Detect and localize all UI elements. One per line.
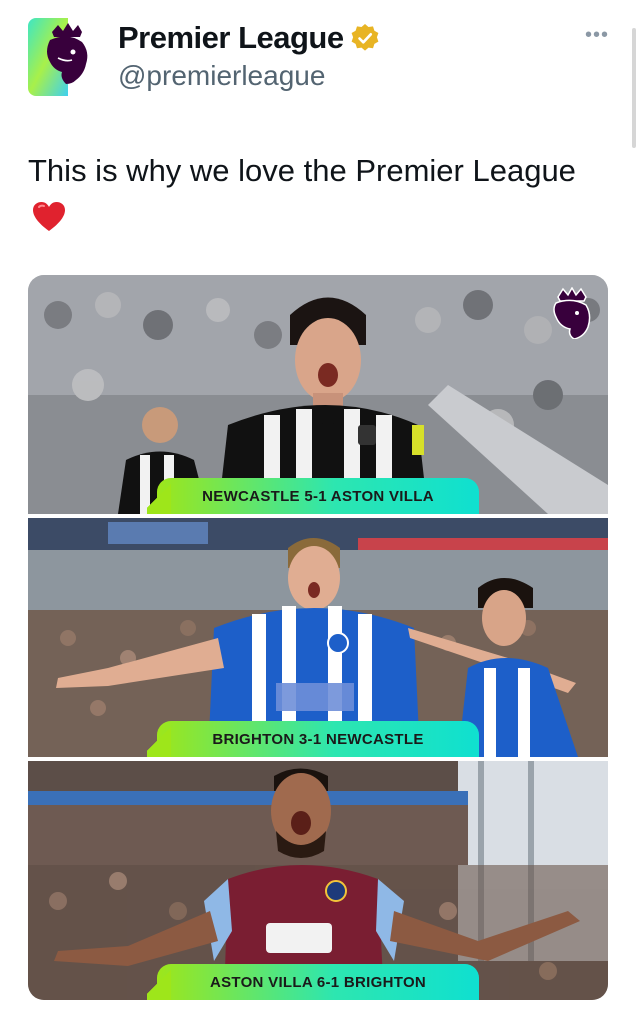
tweet-text: This is why we love the Premier League: [28, 148, 588, 240]
media-panel-brighton[interactable]: BRIGHTON 3-1 NEWCASTLE: [28, 518, 608, 757]
match-caption: NEWCASTLE 5-1 ASTON VILLA: [147, 478, 479, 514]
account-name[interactable]: Premier League: [118, 20, 344, 56]
match-caption-text: BRIGHTON 3-1 NEWCASTLE: [212, 730, 424, 748]
name-row: Premier League: [118, 20, 380, 56]
account-handle[interactable]: @premierleague: [118, 60, 325, 92]
match-caption-text: NEWCASTLE 5-1 ASTON VILLA: [202, 487, 434, 505]
match-caption: BRIGHTON 3-1 NEWCASTLE: [147, 721, 479, 757]
avatar[interactable]: [28, 18, 106, 96]
tweet-media[interactable]: NEWCASTLE 5-1 ASTON VILLA BRIGHTON 3-1 N…: [28, 275, 608, 1000]
verified-badge-icon[interactable]: [350, 23, 380, 53]
premier-league-logo-icon: [550, 287, 594, 339]
red-heart-icon: [32, 201, 66, 233]
media-panel-aston-villa[interactable]: ASTON VILLA 6-1 BRIGHTON: [28, 761, 608, 1000]
match-caption: ASTON VILLA 6-1 BRIGHTON: [147, 964, 479, 1000]
media-panel-newcastle[interactable]: NEWCASTLE 5-1 ASTON VILLA: [28, 275, 608, 514]
premier-league-lion-icon: [28, 18, 106, 96]
more-options-icon[interactable]: •••: [585, 24, 609, 47]
match-caption-text: ASTON VILLA 6-1 BRIGHTON: [209, 973, 427, 991]
tweet-body: This is why we love the Premier League: [28, 153, 576, 188]
scrollbar[interactable]: [632, 28, 636, 148]
tweet-header: Premier League @premierleague •••: [28, 18, 609, 98]
